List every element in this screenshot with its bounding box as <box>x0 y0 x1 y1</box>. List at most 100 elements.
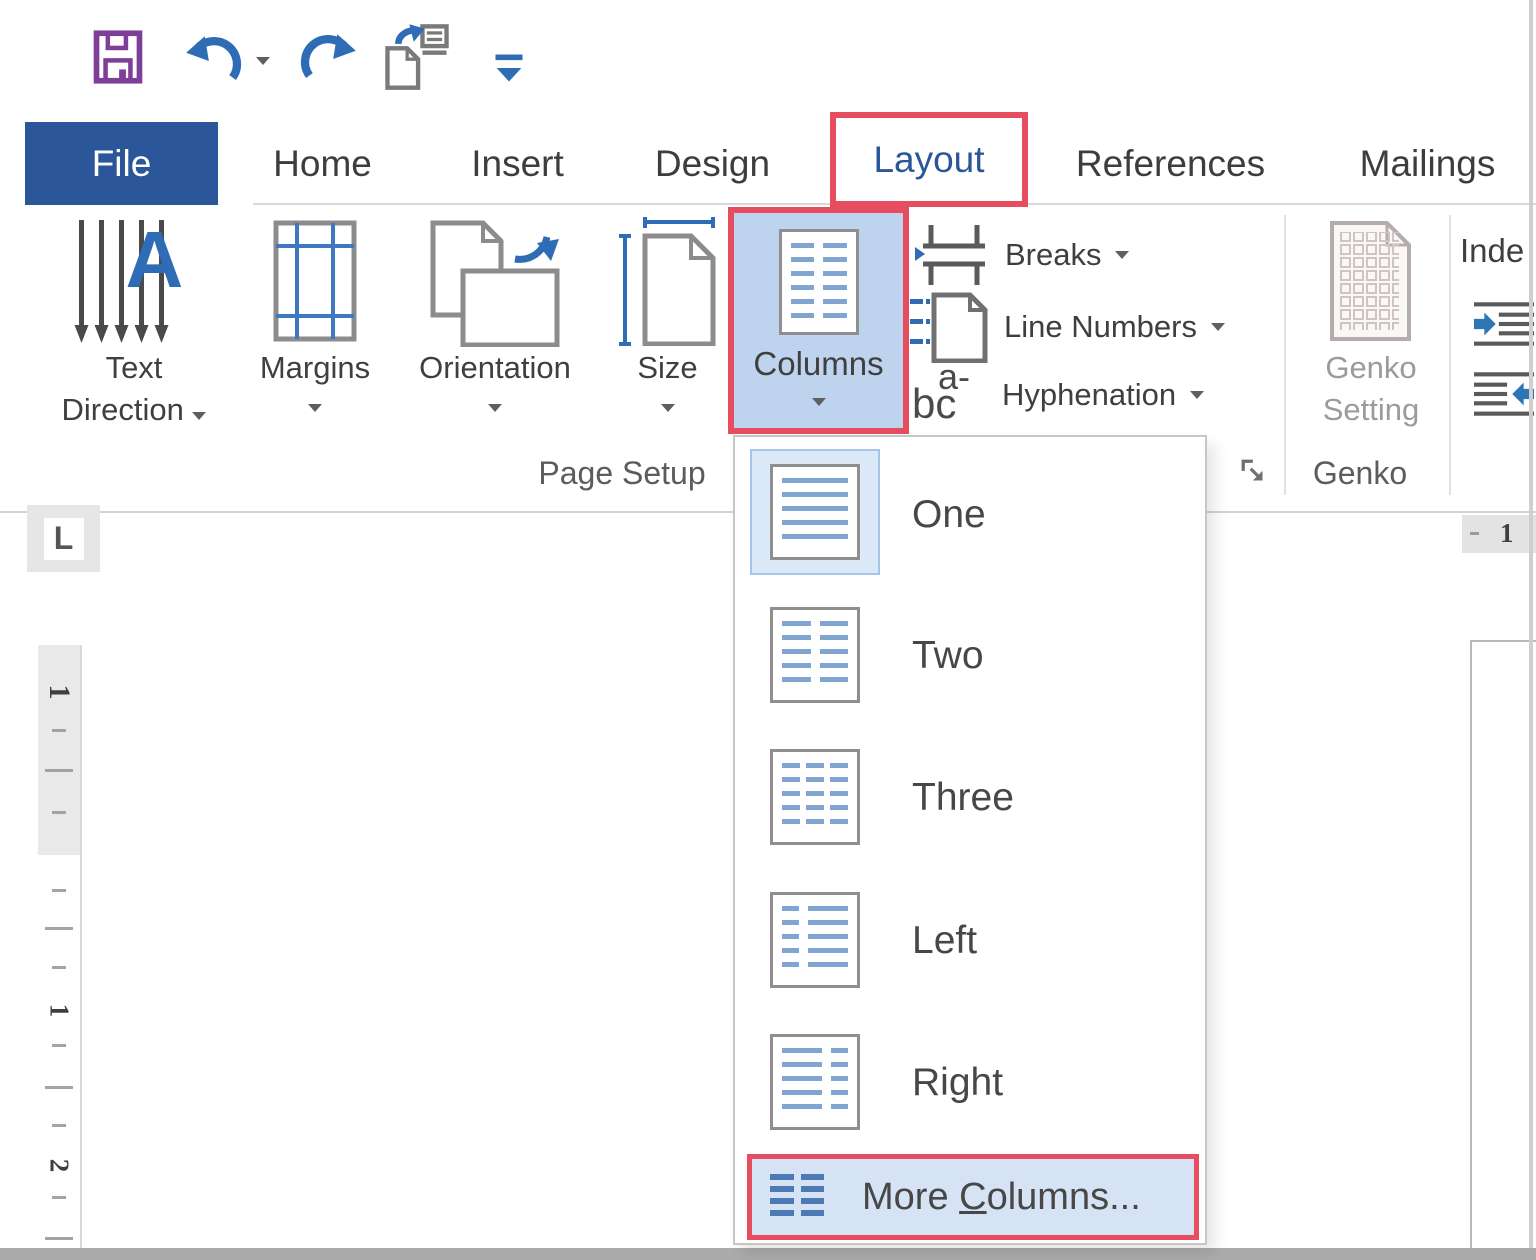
tab-home[interactable]: Home <box>250 122 395 205</box>
menu-item-left-label: Left <box>912 919 977 963</box>
redo-button[interactable] <box>298 32 364 90</box>
margins-button[interactable]: Margins <box>240 215 390 417</box>
margins-icon <box>272 219 358 343</box>
one-column-icon <box>770 464 860 560</box>
vertical-ruler[interactable]: 1 1 2 <box>38 645 82 1248</box>
decrease-indent-icon <box>1474 370 1534 418</box>
increase-indent-icon <box>1474 300 1534 348</box>
menu-item-three-label: Three <box>912 776 1014 820</box>
window-bottom-bar <box>0 1248 1536 1260</box>
tab-home-label: Home <box>273 143 372 185</box>
customize-qat-button[interactable] <box>492 50 532 92</box>
menu-item-more-columns-label: More Columns... <box>862 1176 1141 1219</box>
tab-design[interactable]: Design <box>640 122 785 205</box>
size-caret <box>661 404 675 412</box>
genko-setting-icon <box>1327 218 1415 344</box>
tab-stop-selector[interactable]: L <box>27 505 100 572</box>
tab-layout-label: Layout <box>873 139 984 181</box>
tab-stop-selector-glyph: L <box>44 518 84 560</box>
tab-mailings-label: Mailings <box>1360 143 1496 185</box>
menu-item-two-label: Two <box>912 634 984 678</box>
breaks-button[interactable]: Breaks <box>915 222 1129 288</box>
hyphenation-caret <box>1190 391 1204 399</box>
columns-button[interactable]: Columns <box>728 207 909 434</box>
text-direction-label-line2: Direction <box>62 389 207 431</box>
three-columns-icon <box>770 749 860 845</box>
breaks-label: Breaks <box>1005 237 1101 273</box>
text-direction-icon: A <box>69 215 199 347</box>
ruler-number: 1 <box>44 996 75 1026</box>
columns-label: Columns <box>753 343 883 385</box>
menu-item-one[interactable]: One <box>735 437 1205 593</box>
genko-group-label: Genko <box>1300 455 1420 492</box>
orientation-caret <box>488 404 502 412</box>
hyphenation-icon: a- bc <box>912 362 988 428</box>
menu-item-one-selected-box <box>750 449 880 575</box>
tab-layout[interactable]: Layout <box>830 112 1028 207</box>
orientation-label: Orientation <box>419 347 571 389</box>
document-arrow-icon <box>382 22 452 92</box>
menu-item-left[interactable]: Left <box>735 877 1205 1019</box>
size-label: Size <box>637 347 697 389</box>
genko-setting-label-line1: Genko <box>1325 347 1416 389</box>
tab-references[interactable]: References <box>1078 122 1263 205</box>
line-numbers-icon <box>908 291 990 363</box>
tab-mailings[interactable]: Mailings <box>1335 122 1520 205</box>
indent-group-label: Inde <box>1460 232 1536 270</box>
genko-setting-button[interactable]: Genko Setting <box>1296 215 1446 431</box>
undo-dropdown-caret[interactable] <box>256 57 270 65</box>
text-direction-label-line1: Text <box>106 347 163 389</box>
dialog-launcher-icon <box>1240 458 1270 488</box>
right-column-icon <box>770 1034 860 1130</box>
orientation-button[interactable]: Orientation <box>395 215 595 417</box>
touch-mode-button[interactable] <box>382 22 456 96</box>
orientation-icon <box>425 215 565 347</box>
increase-indent-button[interactable] <box>1474 300 1534 353</box>
menu-item-three[interactable]: Three <box>735 735 1205 877</box>
text-direction-button[interactable]: A Text Direction <box>28 215 240 431</box>
menu-item-two[interactable]: Two <box>735 593 1205 735</box>
size-button[interactable]: Size <box>600 215 735 417</box>
columns-caret <box>812 398 826 406</box>
tab-references-label: References <box>1076 143 1265 185</box>
horizontal-ruler[interactable]: 1 <box>1462 515 1536 553</box>
tab-file[interactable]: File <box>25 122 218 205</box>
tab-file-label: File <box>92 143 152 185</box>
margins-caret <box>308 404 322 412</box>
group-separator <box>1449 215 1451 495</box>
line-numbers-button[interactable]: Line Numbers <box>908 294 1225 360</box>
breaks-caret <box>1115 251 1129 259</box>
menu-item-one-label: One <box>912 493 986 537</box>
decrease-indent-button[interactable] <box>1474 370 1534 423</box>
tab-insert-label: Insert <box>471 143 564 185</box>
tab-insert[interactable]: Insert <box>445 122 590 205</box>
more-columns-icon <box>770 1174 824 1220</box>
document-page <box>1470 640 1536 1249</box>
menu-item-right[interactable]: Right <box>735 1019 1205 1161</box>
ruler-number: 2 <box>44 1151 75 1181</box>
menu-item-right-label: Right <box>912 1061 1003 1105</box>
group-separator <box>1284 215 1286 495</box>
redo-icon <box>298 32 360 86</box>
text-direction-caret <box>192 412 206 420</box>
save-button[interactable] <box>92 28 148 90</box>
horizontal-ruler-number: 1 <box>1500 518 1514 549</box>
margins-label: Margins <box>260 347 370 389</box>
undo-button[interactable] <box>182 32 277 90</box>
columns-icon <box>779 229 859 335</box>
columns-dropdown-menu: One Two Three Left R <box>733 435 1207 1245</box>
line-numbers-caret <box>1211 323 1225 331</box>
page-setup-dialog-launcher[interactable] <box>1240 458 1270 493</box>
hyphenation-button[interactable]: a- bc Hyphenation <box>912 362 1204 428</box>
word-window: File Home Insert Design Layout Reference… <box>0 0 1536 1260</box>
window-right-border <box>1529 0 1533 1248</box>
svg-text:A: A <box>126 215 184 304</box>
menu-item-more-columns[interactable]: More Columns... <box>747 1154 1199 1240</box>
save-icon <box>92 28 144 86</box>
two-columns-icon <box>770 607 860 703</box>
undo-icon <box>182 34 244 88</box>
left-column-icon <box>770 892 860 988</box>
ruler-tick <box>1470 532 1479 535</box>
line-numbers-label: Line Numbers <box>1004 309 1197 345</box>
tab-design-label: Design <box>655 143 770 185</box>
